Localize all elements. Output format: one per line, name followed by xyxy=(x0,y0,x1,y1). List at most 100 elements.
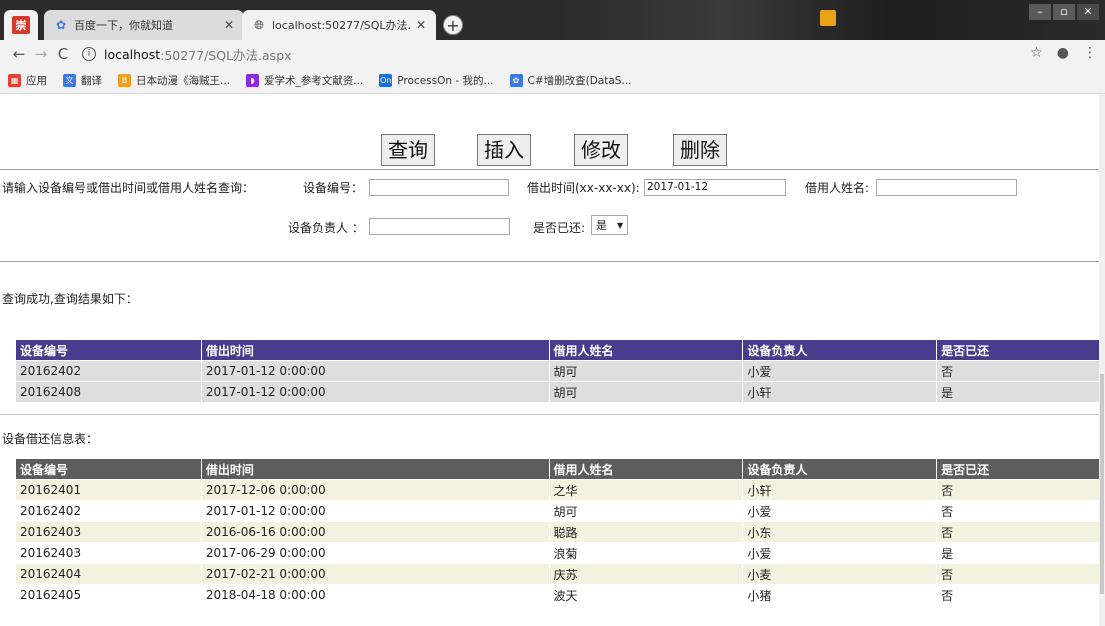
query-button[interactable]: 查询 xyxy=(381,134,435,166)
borrow-time-input[interactable]: 2017-01-12 xyxy=(644,179,786,196)
address-host: localhost xyxy=(104,46,161,62)
table-cell: 聪路 xyxy=(548,521,744,543)
bookmark-anime[interactable]: B 日本动漫《海贼王... xyxy=(118,73,230,88)
table-row: 20162404 2017-02-21 0:00:00 庆苏 小麦 否 xyxy=(15,563,1100,585)
bookmark-label: 爱学术_参考文献资... xyxy=(264,75,364,87)
maximize-icon[interactable]: ▫ xyxy=(1053,4,1075,20)
back-arrow-icon[interactable]: ← xyxy=(8,45,30,63)
baidu-paw-icon: ✿ xyxy=(509,74,523,87)
reload-icon[interactable]: C xyxy=(52,45,74,63)
table-header-row: 设备编号 借出时间 借用人姓名 设备负责人 是否已还 xyxy=(15,458,1100,480)
column-header: 设备负责人 xyxy=(742,458,938,480)
device-no-input[interactable] xyxy=(369,179,509,196)
column-header: 是否已还 xyxy=(936,458,1100,480)
table-cell: 2017-12-06 0:00:00 xyxy=(200,479,550,501)
table-cell: 否 xyxy=(936,479,1100,501)
result-table: 设备编号 借出时间 借用人姓名 设备负责人 是否已还 20162402 2017… xyxy=(15,339,1100,403)
table-row: 20162401 2017-12-06 0:00:00 之华 小轩 否 xyxy=(15,479,1100,501)
borrower-label: 借用人姓名: xyxy=(805,181,870,195)
close-window-icon[interactable]: ✕ xyxy=(1077,4,1099,20)
close-icon[interactable]: ✕ xyxy=(224,18,234,32)
profile-icon[interactable]: ● xyxy=(1057,45,1069,61)
table-cell: 胡可 xyxy=(548,500,744,522)
table-cell: 小爱 xyxy=(742,500,938,522)
bookmark-apps[interactable]: ▦ 应用 xyxy=(8,73,47,88)
column-header: 借出时间 xyxy=(200,339,550,361)
query-prompt: 请输入设备编号或借出时间或借用人姓名查询： xyxy=(2,181,255,195)
tab-localhost[interactable]: 🌐︎ localhost:50277/SQL办法.aspx ✕ xyxy=(242,10,436,40)
table-cell: 否 xyxy=(936,584,1100,606)
table-cell: 20162405 xyxy=(15,584,202,606)
new-tab-button[interactable]: + xyxy=(443,15,463,35)
tab-title: localhost:50277/SQL办法.aspx xyxy=(272,19,410,32)
bookmarks-bar: ▦ 应用 文 翻译 B 日本动漫《海贼王... ◗ 爱学术_参考文献资... O… xyxy=(0,68,1105,94)
table-cell: 小爱 xyxy=(742,542,938,564)
close-icon[interactable]: ✕ xyxy=(416,18,426,32)
records-caption: 设备借还信息表： xyxy=(2,432,99,446)
bookmark-label: C#增删改查(DataS... xyxy=(527,75,632,87)
table-cell: 小爱 xyxy=(742,360,938,382)
pinned-tab-badge: 崇 xyxy=(12,16,30,34)
returned-select[interactable]: 是 ▼ xyxy=(591,215,629,235)
table-row: 20162408 2017-01-12 0:00:00 胡可 小轩 是 xyxy=(15,381,1100,403)
translate-icon: 文 xyxy=(63,74,76,87)
table-cell: 否 xyxy=(936,521,1100,543)
processon-icon: On xyxy=(379,74,393,87)
table-cell: 小麦 xyxy=(742,563,938,585)
bookmark-processon[interactable]: On ProcessOn - 我的... xyxy=(379,73,494,88)
table-cell: 2018-04-18 0:00:00 xyxy=(200,584,550,606)
owner-label: 设备负责人 ： xyxy=(288,221,364,235)
tab-baidu[interactable]: ✿ 百度一下，你就知道 ✕ xyxy=(44,10,244,40)
bookmark-label: 应用 xyxy=(26,75,47,87)
records-table: 设备编号 借出时间 借用人姓名 设备负责人 是否已还 20162401 2017… xyxy=(15,458,1100,606)
update-button[interactable]: 修改 xyxy=(574,134,628,166)
borrower-input[interactable] xyxy=(876,179,1017,196)
address-bar[interactable]: i localhost :50277/SQL办法.aspx xyxy=(82,45,292,64)
star-icon[interactable]: ☆ xyxy=(1030,45,1043,61)
table-cell: 小猪 xyxy=(742,584,938,606)
window-controls: – ▫ ✕ xyxy=(1029,4,1099,20)
borrow-time-label: 借出时间(xx-xx-xx): xyxy=(527,181,640,195)
action-buttons: 查询 插入 修改 删除 xyxy=(0,134,1105,168)
divider xyxy=(0,414,1100,415)
page-scrollbar[interactable] xyxy=(1099,94,1105,626)
bookmark-label: ProcessOn - 我的... xyxy=(397,75,494,87)
column-header: 借出时间 xyxy=(200,458,550,480)
table-cell: 20162402 xyxy=(15,360,202,382)
table-cell: 否 xyxy=(936,360,1100,382)
baidu-paw-icon: ✿ xyxy=(55,18,67,32)
table-cell: 胡可 xyxy=(548,360,744,382)
table-cell: 2017-02-21 0:00:00 xyxy=(200,563,550,585)
bookmark-translate[interactable]: 文 翻译 xyxy=(63,73,102,88)
table-cell: 2017-01-12 0:00:00 xyxy=(200,500,550,522)
globe-icon: 🌐︎ xyxy=(254,17,264,32)
divider xyxy=(0,169,1100,170)
table-cell: 浪菊 xyxy=(548,542,744,564)
table-cell: 是 xyxy=(936,542,1100,564)
pinned-tab[interactable]: 崇 xyxy=(4,10,38,40)
info-icon[interactable]: i xyxy=(82,47,96,61)
bookmark-csharp[interactable]: ✿ C#增删改查(DataS... xyxy=(509,73,632,88)
extension-icon[interactable] xyxy=(820,10,836,26)
forward-arrow-icon[interactable]: → xyxy=(30,45,52,63)
minimize-icon[interactable]: – xyxy=(1029,4,1051,20)
bookmark-label: 日本动漫《海贼王... xyxy=(136,75,231,87)
table-cell: 20162402 xyxy=(15,500,202,522)
returned-select-value: 是 xyxy=(596,219,607,232)
table-row: 20162402 2017-01-12 0:00:00 胡可 小爱 否 xyxy=(15,360,1100,382)
table-cell: 庆苏 xyxy=(548,563,744,585)
tab-title: 百度一下，你就知道 xyxy=(74,19,173,32)
table-cell: 2017-06-29 0:00:00 xyxy=(200,542,550,564)
bookmark-icon: ◗ xyxy=(246,74,260,87)
table-cell: 是 xyxy=(936,381,1100,403)
table-cell: 20162403 xyxy=(15,542,202,564)
delete-button[interactable]: 删除 xyxy=(673,134,727,166)
scrollbar-thumb[interactable] xyxy=(1100,374,1104,594)
insert-button[interactable]: 插入 xyxy=(477,134,531,166)
table-cell: 小轩 xyxy=(742,381,938,403)
owner-input[interactable] xyxy=(369,218,510,235)
table-cell: 2016-06-16 0:00:00 xyxy=(200,521,550,543)
menu-icon[interactable]: ⋮ xyxy=(1083,45,1097,61)
table-cell: 小东 xyxy=(742,521,938,543)
bookmark-aixueshu[interactable]: ◗ 爱学术_参考文献资... xyxy=(246,73,363,88)
